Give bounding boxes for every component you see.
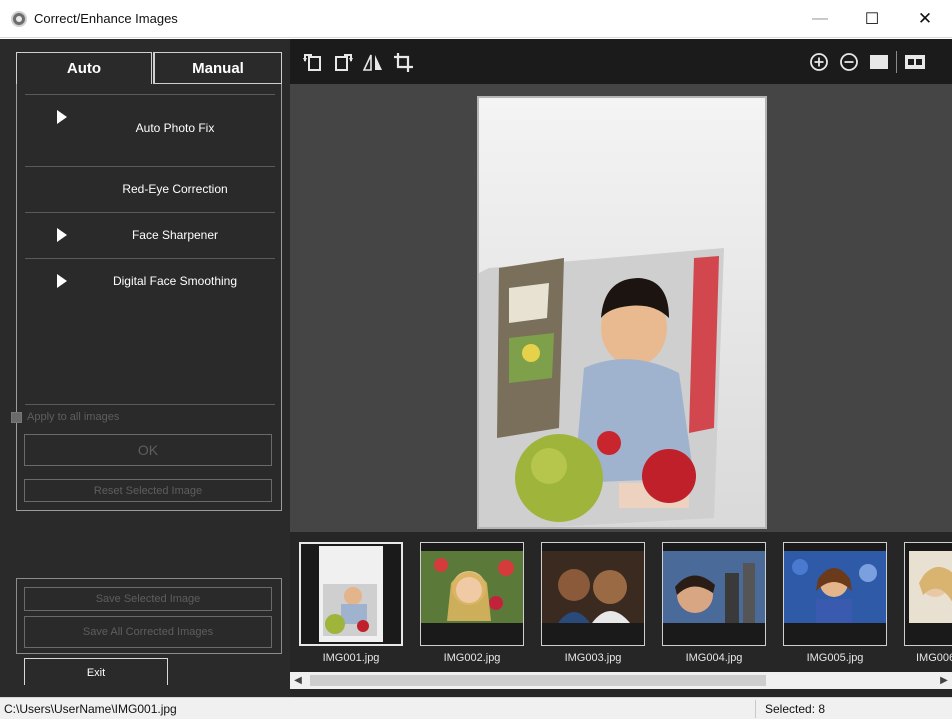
maximize-button[interactable]: ☐ bbox=[852, 0, 892, 38]
save-all-corrected-images-button[interactable]: Save All Corrected Images bbox=[24, 616, 272, 648]
toolbar-divider bbox=[896, 51, 897, 73]
thumbnail-label: IMG006.jpg bbox=[916, 652, 952, 664]
preview-photo bbox=[479, 98, 765, 527]
digital-face-smoothing-item[interactable]: Digital Face Smoothing bbox=[25, 258, 275, 304]
app-icon bbox=[11, 11, 27, 27]
thumbnail-strip: IMG001.jpg IMG002.jpg IMG003.jpg IMG004.… bbox=[290, 532, 952, 672]
flip-horizontal-icon[interactable] bbox=[362, 51, 384, 73]
mode-tabs: Auto Manual bbox=[16, 52, 282, 84]
save-selected-image-button[interactable]: Save Selected Image bbox=[24, 587, 272, 611]
thumbnail-img006[interactable] bbox=[904, 542, 952, 646]
full-screen-icon[interactable] bbox=[868, 51, 890, 73]
auto-photo-fix-item[interactable]: Auto Photo Fix bbox=[25, 94, 275, 140]
face-sharpener-item[interactable]: Face Sharpener bbox=[25, 212, 275, 258]
thumbnail-img001[interactable] bbox=[299, 542, 403, 646]
compare-view-icon[interactable] bbox=[904, 51, 926, 73]
title-bar: Correct/Enhance Images — ☐ ✕ bbox=[0, 0, 952, 38]
thumbnail-label: IMG005.jpg bbox=[806, 652, 864, 664]
close-button[interactable]: ✕ bbox=[905, 0, 945, 38]
thumbnail-label: IMG001.jpg bbox=[322, 652, 380, 664]
auto-photo-fix-label: Auto Photo Fix bbox=[135, 121, 215, 135]
status-selected-count: Selected: 8 bbox=[765, 702, 826, 716]
thumbnail-img002[interactable] bbox=[420, 542, 524, 646]
exit-button[interactable]: Exit bbox=[24, 658, 168, 687]
minimize-button[interactable]: — bbox=[800, 0, 840, 38]
scroll-left-icon[interactable]: ◀ bbox=[290, 672, 306, 689]
thumbnail-photo bbox=[663, 543, 765, 645]
expand-arrow-icon bbox=[57, 274, 67, 288]
panel-footer bbox=[0, 685, 290, 697]
face-sharpener-label: Face Sharpener bbox=[131, 228, 219, 242]
thumbnail-label: IMG003.jpg bbox=[564, 652, 622, 664]
thumbnail-img003[interactable] bbox=[541, 542, 645, 646]
thumbnail-photo bbox=[542, 543, 644, 645]
window-title: Correct/Enhance Images bbox=[34, 11, 178, 26]
strip-footer bbox=[290, 689, 952, 697]
red-eye-correction-item[interactable]: Red-Eye Correction bbox=[25, 166, 275, 212]
apply-all-label: Apply to all images bbox=[27, 411, 120, 423]
thumbnail-photo bbox=[784, 543, 886, 645]
thumbnail-label: IMG004.jpg bbox=[685, 652, 743, 664]
divider bbox=[25, 404, 275, 405]
apply-all-checkbox[interactable] bbox=[11, 411, 22, 423]
scroll-right-icon[interactable]: ▶ bbox=[936, 672, 952, 689]
thumbnail-photo bbox=[421, 543, 523, 645]
status-bar: C:\Users\UserName\IMG001.jpg Selected: 8 bbox=[0, 697, 952, 719]
zoom-out-icon[interactable] bbox=[838, 51, 860, 73]
preview-image[interactable] bbox=[477, 96, 767, 529]
thumbnail-photo bbox=[905, 543, 952, 645]
tab-manual[interactable]: Manual bbox=[153, 52, 282, 84]
correction-panel: Auto Manual Auto Photo Fix Red-Eye Corre… bbox=[0, 39, 290, 687]
image-toolbar bbox=[290, 39, 952, 84]
rotate-right-icon[interactable] bbox=[332, 51, 354, 73]
status-file-path: C:\Users\UserName\IMG001.jpg bbox=[4, 702, 177, 716]
status-divider bbox=[755, 700, 756, 718]
thumbnail-scrollbar[interactable]: ◀ ▶ bbox=[290, 672, 952, 689]
apply-all-row[interactable]: Apply to all images bbox=[11, 409, 119, 425]
thumbnail-label: IMG002.jpg bbox=[443, 652, 501, 664]
digital-face-smoothing-label: Digital Face Smoothing bbox=[112, 274, 238, 288]
reset-selected-image-button[interactable]: Reset Selected Image bbox=[24, 479, 272, 502]
ok-button[interactable]: OK bbox=[24, 434, 272, 466]
expand-arrow-icon bbox=[57, 110, 67, 124]
red-eye-correction-label: Red-Eye Correction bbox=[122, 182, 228, 196]
thumbnail-photo bbox=[301, 544, 401, 644]
zoom-in-icon[interactable] bbox=[808, 51, 830, 73]
tab-auto[interactable]: Auto bbox=[16, 52, 152, 84]
scrollbar-thumb[interactable] bbox=[310, 675, 766, 686]
preview-area bbox=[290, 84, 952, 532]
thumbnail-img005[interactable] bbox=[783, 542, 887, 646]
rotate-left-icon[interactable] bbox=[302, 51, 324, 73]
thumbnail-img004[interactable] bbox=[662, 542, 766, 646]
crop-icon[interactable] bbox=[392, 51, 414, 73]
expand-arrow-icon bbox=[57, 228, 67, 242]
